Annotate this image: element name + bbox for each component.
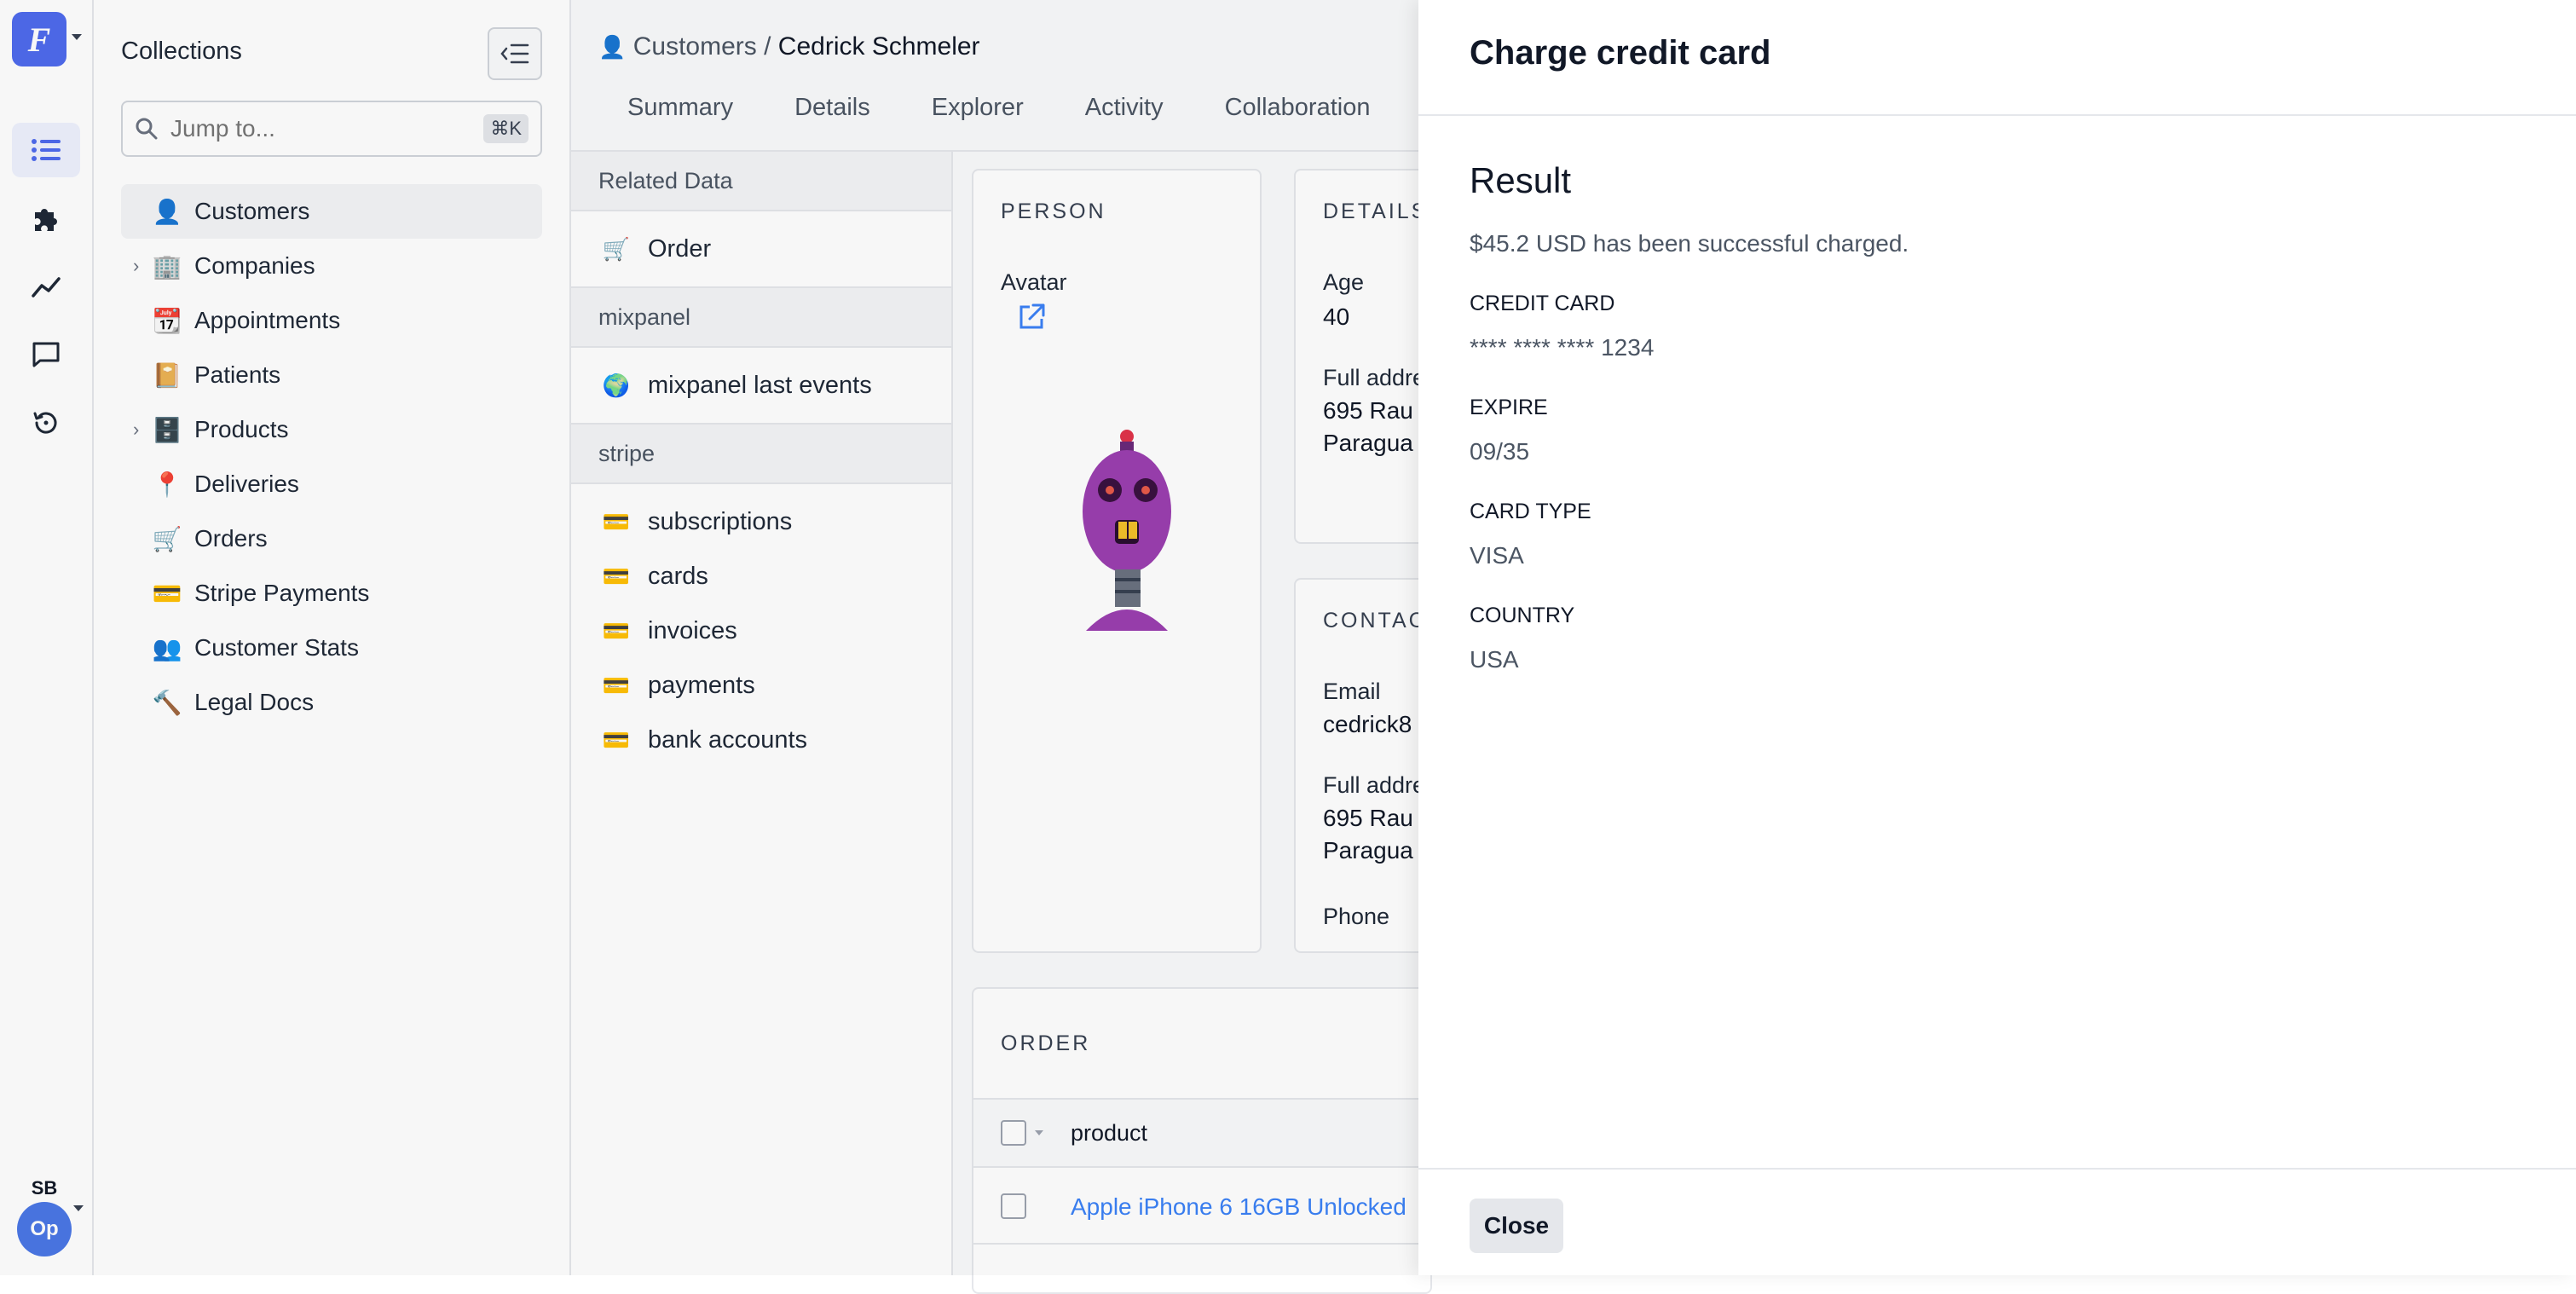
country-value: USA [1470,646,1519,673]
drawer-title: Charge credit card [1470,34,1771,72]
credit-card-label: CREDIT CARD [1470,292,1615,315]
expire-label: EXPIRE [1470,396,1548,419]
result-title: Result [1470,160,1572,200]
close-button[interactable]: Close [1470,1199,1563,1253]
drawer-footer-divider [1418,1168,2576,1170]
country-label: COUNTRY [1470,604,1575,627]
expire-value: 09/35 [1470,438,1530,465]
card-type-value: VISA [1470,542,1524,569]
card-type-label: CARD TYPE [1470,500,1591,523]
drawer-backdrop[interactable] [0,0,1418,1275]
charge-credit-card-drawer: Charge credit card Result $45.2 USD has … [1418,0,2576,1275]
credit-card-value: **** **** **** 1234 [1470,334,1655,361]
result-message: $45.2 USD has been successful charged. [1470,230,1909,257]
drawer-divider [1418,114,2576,116]
